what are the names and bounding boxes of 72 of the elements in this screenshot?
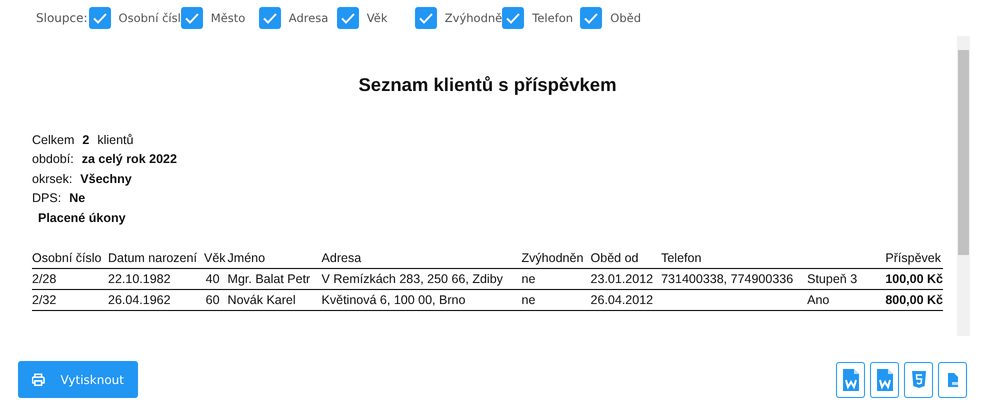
table-cell: 40 [206, 272, 220, 286]
summary-label: Celkem [32, 132, 74, 147]
column-checkbox[interactable] [502, 7, 524, 29]
column-header: Zvýhodněn [522, 250, 584, 264]
column-toggle-label: Adresa [288, 11, 328, 25]
column-header: Věk [204, 250, 226, 264]
table-cell: 2/28 [32, 272, 56, 286]
table-cell: ne [522, 292, 536, 306]
summary-label: DPS: [32, 191, 62, 206]
summary-suffix: klientů [97, 132, 134, 147]
table-cell: ne [522, 272, 536, 286]
table-cell: 22.10.1982 [108, 272, 171, 286]
column-toggle-label: Zvýhodně [444, 11, 502, 25]
column-checkbox[interactable] [258, 7, 281, 29]
checkmark-icon [184, 12, 199, 24]
report-title: Seznam klientů s příspěvkem [357, 74, 618, 96]
export-button[interactable] [938, 362, 967, 398]
printer-icon [32, 373, 44, 386]
table-cell: 23.01.2012 [590, 272, 654, 286]
export-button[interactable] [836, 362, 865, 398]
table-cell: Mgr. Balat Petr [228, 272, 310, 286]
table-cell: V Remízkách 283, 250 66, Zdiby [322, 272, 503, 286]
table-cell: 731400338, 774900336 [661, 272, 794, 286]
table-cell: 100,00 Kč [885, 272, 943, 286]
export-button[interactable] [870, 362, 899, 398]
column-toggle-label: Osobní čísl [118, 11, 181, 25]
summary-label: období: [32, 152, 74, 166]
column-toggle-label: Oběd [610, 11, 641, 25]
column-toggle-label: Telefon [532, 11, 574, 25]
summary-value: Ne [69, 191, 86, 206]
column-header: Jméno [228, 250, 266, 264]
columns-label: Sloupce: [36, 11, 88, 25]
column-toggle-label: Město [210, 11, 246, 25]
table-cell: Stupeň 3 [807, 272, 858, 286]
column-header: Příspěvek [885, 250, 941, 264]
checkmark-icon [584, 12, 598, 24]
summary-value: Všechny [80, 172, 132, 186]
checkmark-icon [506, 12, 520, 24]
column-checkbox[interactable] [88, 7, 111, 29]
word-document-icon [842, 368, 860, 392]
print-button[interactable]: Vytisknout [18, 361, 138, 398]
table-cell: 800,00 Kč [885, 292, 943, 306]
table-cell: Novák Karel [228, 292, 296, 306]
export-button[interactable] [904, 362, 933, 398]
column-checkbox[interactable] [414, 7, 437, 29]
word-document-icon [876, 368, 894, 392]
table-cell: Ano [807, 292, 830, 306]
checkmark-icon [418, 12, 433, 24]
summary-label: okrsek: [32, 172, 72, 186]
table-cell: Květinová 6, 100 00, Brno [322, 292, 466, 306]
checkmark-icon [92, 12, 107, 24]
column-header: Telefon [661, 250, 702, 264]
table-cell: 60 [206, 292, 220, 306]
pdf-document-icon [948, 372, 958, 386]
column-checkbox[interactable] [580, 7, 602, 29]
column-toggle-label: Věk [366, 11, 388, 25]
table-cell: 26.04.2012 [590, 292, 654, 306]
summary-value: 2 [82, 132, 90, 147]
column-checkbox[interactable] [336, 7, 359, 29]
summary-value: za celý rok 2022 [82, 152, 177, 166]
column-header: Datum narození [108, 250, 197, 264]
table-cell: 2/32 [32, 292, 56, 306]
summary-value: Placené úkony [38, 210, 126, 225]
html5-icon [912, 370, 926, 388]
column-header: Adresa [322, 250, 362, 264]
column-header: Oběd od [590, 250, 639, 264]
column-checkbox[interactable] [180, 7, 203, 29]
table-cell: 26.04.1962 [108, 292, 171, 306]
scrollbar[interactable] [957, 36, 970, 336]
checkmark-icon [262, 12, 277, 24]
checkmark-icon [340, 12, 355, 24]
column-header: Osobní číslo [32, 250, 102, 264]
